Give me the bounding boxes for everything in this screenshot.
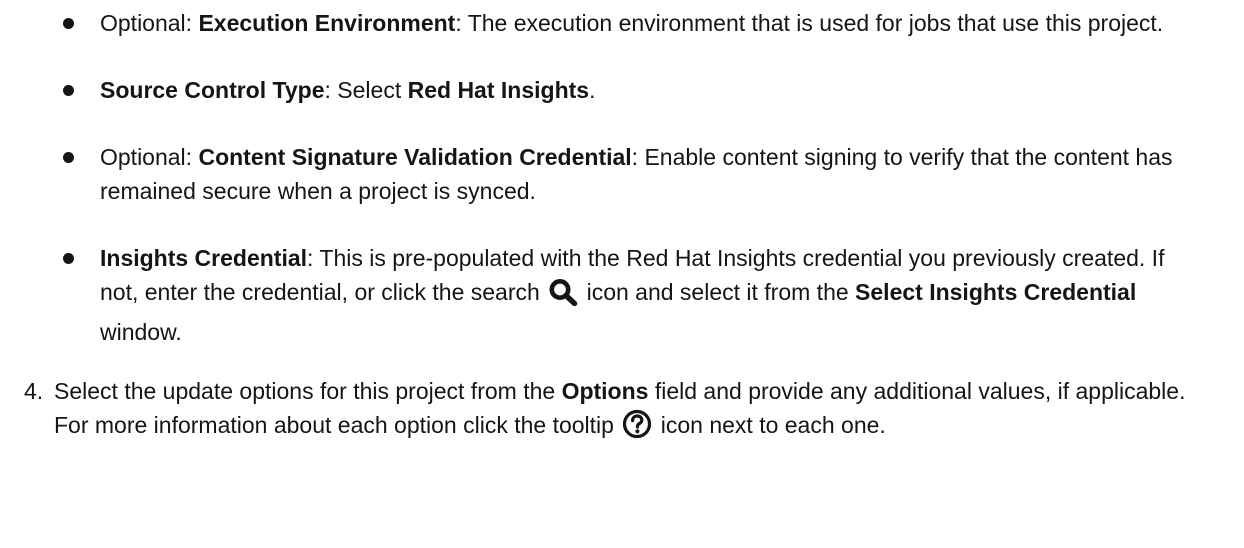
term-execution-environment: Execution Environment: [198, 10, 456, 36]
bullet-icon: [63, 85, 74, 96]
list-item-content-signature: Optional: Content Signature Validation C…: [0, 140, 1244, 208]
term-select-insights-credential: Select Insights Credential: [855, 279, 1137, 305]
term-options: Options: [561, 378, 649, 404]
description: : Select: [324, 77, 408, 103]
bullet-icon: [63, 253, 74, 264]
search-icon: [548, 278, 578, 315]
bullet-icon: [63, 18, 74, 29]
term-red-hat-insights: Red Hat Insights: [407, 77, 590, 103]
optional-prefix: Optional:: [100, 144, 199, 170]
list-item-insights-credential: Insights Credential: This is pre-populat…: [0, 241, 1244, 349]
help-circle-icon: [622, 409, 652, 448]
list-item-execution-environment: Optional: Execution Environment: The exe…: [0, 6, 1244, 40]
term-source-control-type: Source Control Type: [100, 77, 325, 103]
bullet-icon: [63, 152, 74, 163]
description: : The execution environment that is used…: [455, 10, 1164, 36]
step-text: Select the update options for this proje…: [54, 378, 562, 404]
optional-prefix: Optional:: [100, 10, 199, 36]
document-page: Optional: Execution Environment: The exe…: [0, 0, 1244, 548]
description-end: window.: [100, 319, 182, 345]
step-4: 4. Select the update options for this pr…: [0, 374, 1244, 448]
step-text-end: icon next to each one.: [654, 412, 886, 438]
list-item-source-control-type: Source Control Type: Select Red Hat Insi…: [0, 73, 1244, 107]
description-continued: icon and select it from the: [580, 279, 856, 305]
bullet-list: Optional: Execution Environment: The exe…: [0, 0, 1244, 349]
term-content-signature-validation-credential: Content Signature Validation Credential: [198, 144, 632, 170]
period: .: [589, 77, 596, 103]
term-insights-credential: Insights Credential: [100, 245, 308, 271]
step-number: 4.: [24, 378, 44, 404]
